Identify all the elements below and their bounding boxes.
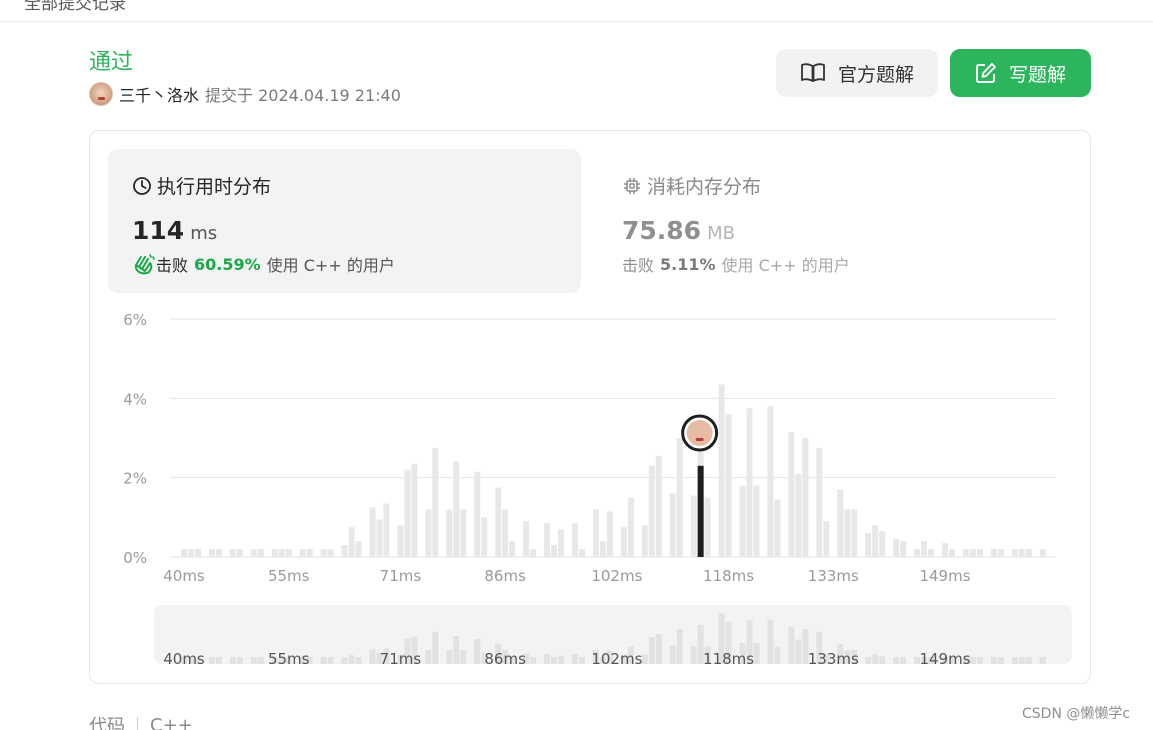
navigator-bar	[453, 636, 460, 664]
navigator-bar	[327, 657, 334, 664]
navigator-bar	[865, 657, 872, 664]
navigator-bar	[1018, 657, 1025, 664]
navigator-bar	[767, 619, 774, 664]
navigator-bar	[474, 638, 481, 664]
navigator-bar	[997, 657, 1004, 664]
navigator-tick-label: 55ms	[268, 650, 310, 668]
navigator-bar	[215, 657, 222, 664]
navigator-bar	[257, 657, 264, 664]
navigator-tick-label: 102ms	[591, 650, 642, 668]
navigator-tick-label: 133ms	[808, 650, 859, 668]
navigator-bar	[341, 657, 348, 664]
watermark: CSDN @懒懒学c	[1022, 706, 1131, 722]
navigator-bar	[250, 657, 257, 664]
navigator-bar	[355, 657, 362, 664]
navigator-bar	[1011, 657, 1018, 664]
navigator-tick-label: 86ms	[484, 650, 526, 668]
navigator-bar	[320, 657, 327, 664]
navigator-bar	[530, 657, 537, 664]
navigator-bar	[893, 657, 900, 664]
navigator-bar	[879, 656, 886, 664]
navigator-bar	[425, 650, 432, 664]
navigator-bar	[753, 643, 760, 664]
navigator-tick-label: 149ms	[919, 650, 970, 668]
navigator-bar	[1025, 657, 1032, 664]
navigator-bar	[641, 654, 648, 664]
navigator-bar	[578, 657, 585, 664]
navigator-bar	[690, 645, 697, 664]
tab-lang[interactable]: C++	[150, 715, 193, 730]
navigator-bar	[969, 657, 976, 664]
navigator-bar	[1039, 657, 1046, 664]
navigator-bar	[446, 650, 453, 664]
code-tabs: 代码 C++	[89, 712, 193, 730]
navigator-tick-label: 118ms	[703, 650, 754, 668]
navigator-bar	[676, 629, 683, 664]
tab-divider	[137, 717, 138, 730]
navigator-bar	[236, 657, 243, 664]
navigator-bar	[551, 657, 558, 664]
navigator-bar	[976, 657, 983, 664]
navigator-bar	[774, 647, 781, 664]
navigator-bar	[655, 634, 662, 664]
navigator-bar	[990, 657, 997, 664]
navigator-bar	[544, 654, 551, 664]
navigator-bar	[900, 657, 907, 664]
navigator-tick-label: 40ms	[163, 650, 205, 668]
navigator-bar	[208, 657, 215, 664]
navigator-bar	[432, 631, 439, 664]
navigator-bar	[669, 645, 676, 664]
navigator-tick-label: 71ms	[380, 650, 422, 668]
navigator-bar	[369, 649, 376, 664]
navigator-bar	[788, 627, 795, 664]
navigator-bar	[795, 639, 802, 664]
navigator-bar	[571, 654, 578, 664]
navigator-bar	[460, 650, 467, 664]
navigator-bar	[872, 654, 879, 664]
range-navigator[interactable]: 40ms 55ms 71ms 86ms 102ms 118ms 133ms 149ms	[0, 0, 1153, 700]
navigator-bar	[648, 637, 655, 664]
navigator-bar	[229, 657, 236, 664]
navigator-bar	[348, 655, 355, 664]
tab-code[interactable]: 代码	[89, 712, 125, 730]
navigator-bar	[558, 655, 565, 664]
